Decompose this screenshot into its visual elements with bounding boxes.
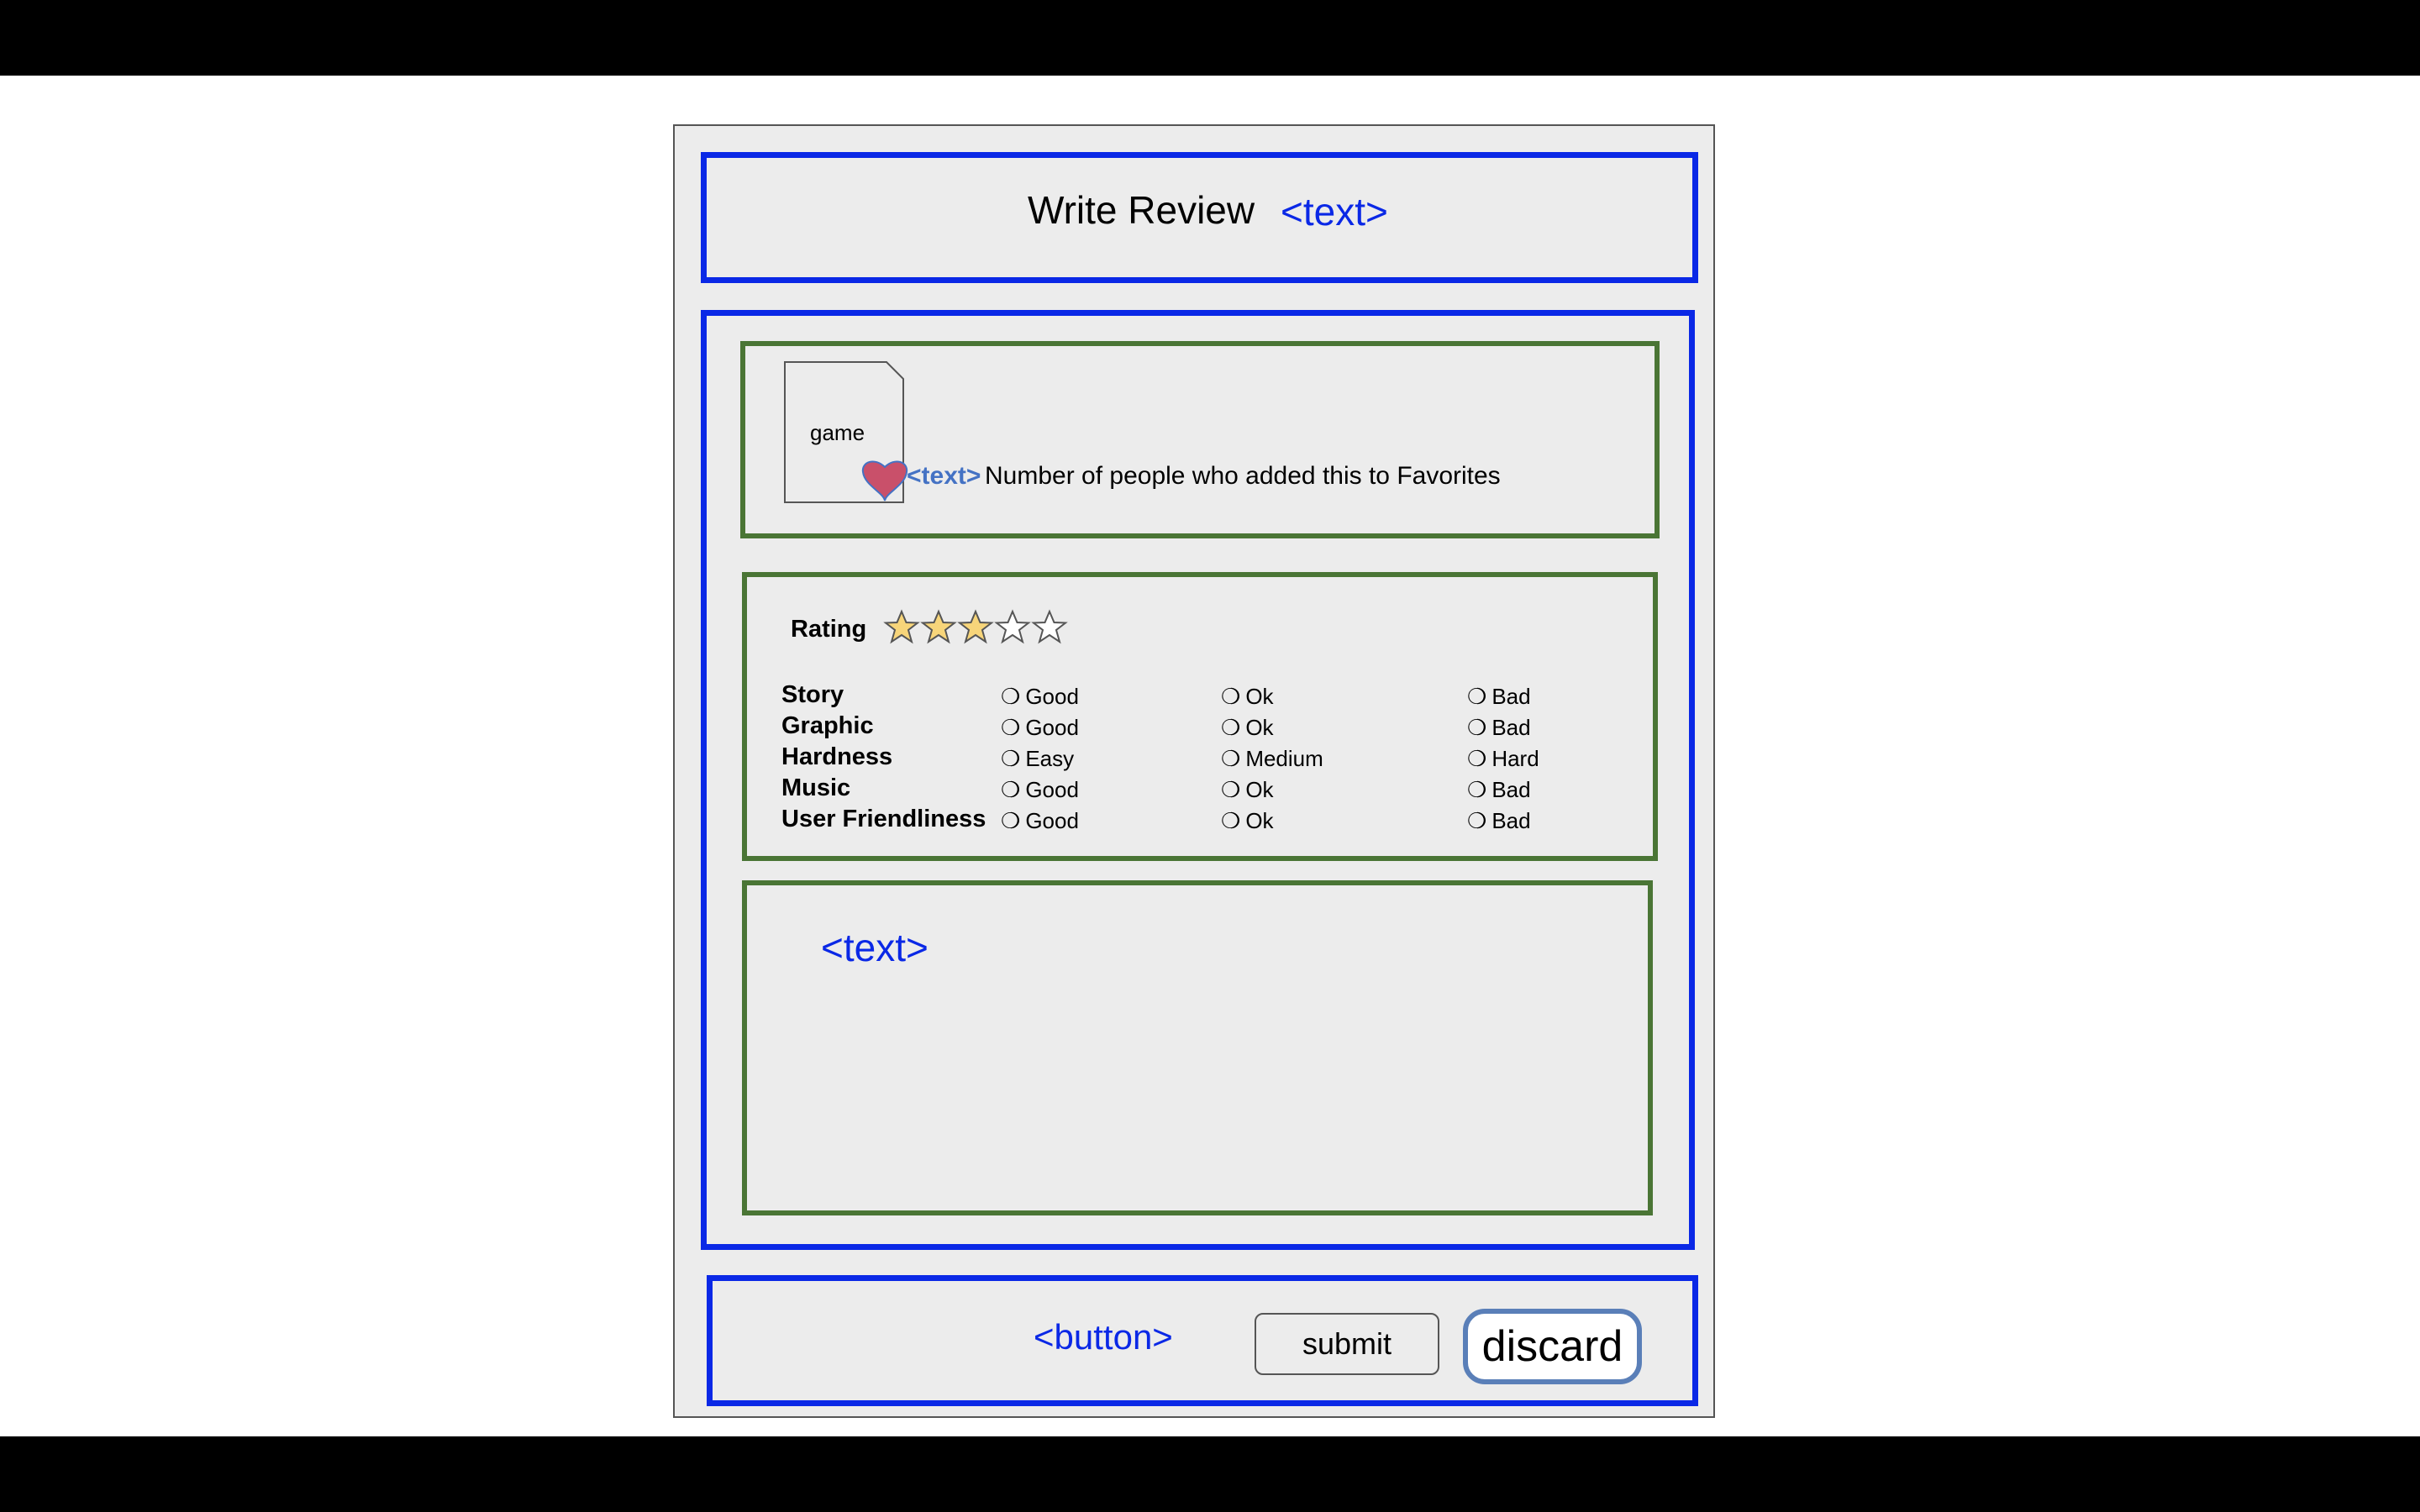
criteria-row-user-friendliness: User Friendliness ❍ Good ❍ Ok ❍ Bad [781,806,1622,837]
radio-option[interactable]: ❍ Good [1001,715,1079,741]
radio-option[interactable]: ❍ Medium [1221,746,1323,772]
criteria-label: Story [781,681,844,708]
top-letterbox [0,0,2420,76]
radio-option[interactable]: ❍ Ok [1221,684,1274,710]
game-thumbnail-label: game [810,420,865,445]
radio-icon[interactable]: ❍ [1001,684,1020,709]
criteria-label: Hardness [781,743,893,770]
header-panel: Write Review <text> [701,152,1698,283]
radio-icon[interactable]: ❍ [1001,715,1020,740]
criteria-row-graphic: Graphic ❍ Good ❍ Ok ❍ Bad [781,712,1622,743]
radio-option[interactable]: ❍ Bad [1467,808,1531,834]
button-placeholder: <button> [1034,1317,1173,1357]
radio-option[interactable]: ❍ Ok [1221,808,1274,834]
radio-icon[interactable]: ❍ [1221,777,1240,802]
radio-icon[interactable]: ❍ [1467,777,1486,802]
star-rating[interactable] [883,609,1068,646]
favorites-count-placeholder: <text> [907,462,981,490]
game-info-section: game <text> Number of people who added t… [740,341,1660,538]
radio-icon[interactable]: ❍ [1221,746,1240,771]
radio-icon[interactable]: ❍ [1001,808,1020,833]
rating-label: Rating [791,616,867,643]
radio-icon[interactable]: ❍ [1221,684,1240,709]
page-title: Write Review [1028,188,1255,232]
radio-icon[interactable]: ❍ [1467,715,1486,740]
radio-option[interactable]: ❍ Bad [1467,684,1531,710]
radio-option[interactable]: ❍ Hard [1467,746,1539,772]
heart-icon[interactable] [860,455,910,506]
star-icon-4[interactable] [994,609,1031,646]
radio-option[interactable]: ❍ Easy [1001,746,1074,772]
criteria-row-story: Story ❍ Good ❍ Ok ❍ Bad [781,681,1622,712]
radio-option[interactable]: ❍ Bad [1467,715,1531,741]
radio-icon[interactable]: ❍ [1001,777,1020,802]
title-placeholder: <text> [1281,190,1388,234]
radio-option[interactable]: ❍ Ok [1221,715,1274,741]
star-icon-1[interactable] [883,609,920,646]
rating-section: Rating Story ❍ Good ❍ Ok ❍ Bad Graphic ❍ Goo… [742,572,1658,861]
radio-option[interactable]: ❍ Good [1001,808,1079,834]
bottom-letterbox [0,1436,2420,1512]
review-text-placeholder: <text> [821,926,929,969]
radio-icon[interactable]: ❍ [1467,808,1486,833]
review-window: Write Review <text> game <text> Number o… [673,124,1715,1418]
star-icon-2[interactable] [920,609,957,646]
review-text-area[interactable]: <text> [742,880,1653,1215]
favorites-count-text: Number of people who added this to Favor… [985,462,1501,490]
radio-icon[interactable]: ❍ [1467,746,1486,771]
criteria-row-hardness: Hardness ❍ Easy ❍ Medium ❍ Hard [781,743,1622,774]
radio-option[interactable]: ❍ Good [1001,684,1079,710]
discard-button[interactable]: discard [1463,1309,1642,1384]
radio-icon[interactable]: ❍ [1467,684,1486,709]
content-panel: game <text> Number of people who added t… [701,310,1695,1250]
radio-option[interactable]: ❍ Ok [1221,777,1274,803]
criteria-row-music: Music ❍ Good ❍ Ok ❍ Bad [781,774,1622,806]
star-icon-3[interactable] [957,609,994,646]
footer-panel: <button> submit discard [707,1275,1698,1406]
radio-icon[interactable]: ❍ [1001,746,1020,771]
radio-icon[interactable]: ❍ [1221,808,1240,833]
criteria-label: User Friendliness [781,806,986,832]
criteria-label: Graphic [781,712,874,739]
submit-button[interactable]: submit [1255,1313,1439,1375]
radio-option[interactable]: ❍ Good [1001,777,1079,803]
criteria-label: Music [781,774,851,801]
radio-icon[interactable]: ❍ [1221,715,1240,740]
star-icon-5[interactable] [1031,609,1068,646]
radio-option[interactable]: ❍ Bad [1467,777,1531,803]
